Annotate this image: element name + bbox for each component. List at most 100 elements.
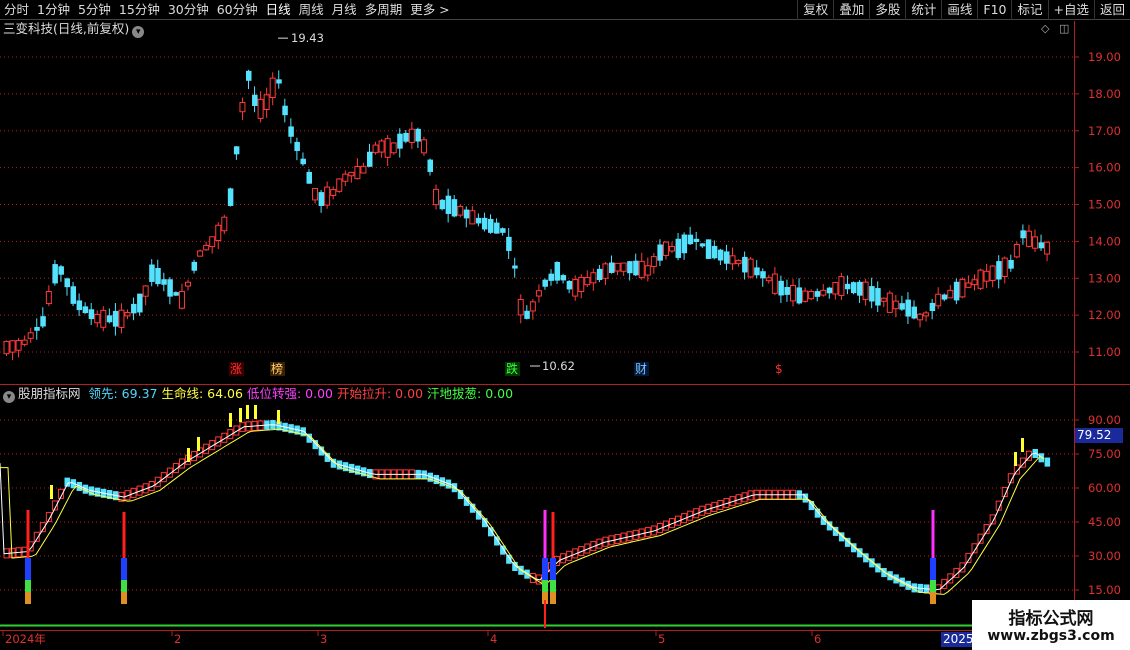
period-tab-8[interactable]: 月线 xyxy=(328,0,361,20)
period-tab-9[interactable]: 多周期 xyxy=(361,0,407,20)
high-label: 19.43 xyxy=(291,31,324,45)
candle-body-162 xyxy=(983,270,990,282)
toolbar-action-3[interactable]: 统计 xyxy=(905,0,941,20)
candle-body-148 xyxy=(899,303,905,310)
x-label-0: 2024年 xyxy=(5,632,46,646)
candle-body-112 xyxy=(681,234,688,254)
period-tab-6[interactable]: 日线 xyxy=(262,0,295,20)
signal-block-green-2 xyxy=(542,580,548,592)
ind-tick-label-0: 90.00 xyxy=(1088,413,1121,427)
period-tab-7[interactable]: 周线 xyxy=(295,0,328,20)
candle-body-99 xyxy=(602,263,609,279)
price-grid xyxy=(0,56,1079,353)
candle-body-119 xyxy=(723,251,730,264)
candle-body-98 xyxy=(596,268,603,281)
yellow-signal-3 xyxy=(229,413,232,427)
yellow-signal-5 xyxy=(246,405,249,419)
candle-body-78 xyxy=(475,217,482,224)
candle-body-35 xyxy=(215,224,222,241)
signal-block-orange-1 xyxy=(121,592,127,604)
signal-block-blue-0 xyxy=(25,558,31,580)
candle-body-124 xyxy=(754,267,760,276)
signal-block-green-0 xyxy=(25,580,31,592)
candle-body-140 xyxy=(851,282,857,294)
period-tab-10[interactable]: 更多 > xyxy=(406,0,453,20)
toolbar-action-5[interactable]: F10 xyxy=(977,0,1011,20)
candle-body-125 xyxy=(760,271,766,279)
candle-body-138 xyxy=(838,276,845,296)
candle-body-25 xyxy=(155,267,161,285)
marker-2: 跌 xyxy=(506,361,518,376)
chevron-down-icon[interactable]: ▾ xyxy=(3,391,15,403)
period-tab-5[interactable]: 60分钟 xyxy=(213,0,262,20)
indicator-values: 领先: 69.37 生命线: 64.06 低位转强: 0.00 开始拉升: 0.00 汗… xyxy=(89,386,518,401)
candle-body-12 xyxy=(76,300,83,311)
indicator-bars xyxy=(3,420,1051,595)
price-tick-label-3: 16.00 xyxy=(1088,161,1121,175)
period-tab-2[interactable]: 5分钟 xyxy=(74,0,115,20)
candle-body-161 xyxy=(977,269,984,289)
yellow-signal-0 xyxy=(50,485,53,499)
x-label-1: 2 xyxy=(174,632,181,646)
toolbar-action-4[interactable]: 画线 xyxy=(941,0,977,20)
signal-bars xyxy=(25,405,1024,628)
candle-body-92 xyxy=(560,275,567,281)
candle-body-96 xyxy=(584,277,591,286)
candle-body-164 xyxy=(996,261,1002,280)
price-tick-label-2: 17.00 xyxy=(1088,124,1121,138)
x-label-3: 4 xyxy=(490,632,497,646)
candle-body-71 xyxy=(433,188,440,206)
candle-body-111 xyxy=(675,238,682,258)
candle-body-157 xyxy=(953,281,960,301)
price-tick-label-1: 18.00 xyxy=(1088,87,1121,101)
maximize-icon[interactable]: ◫ xyxy=(1059,22,1069,35)
indicator-title[interactable]: ▾ 股朋指标网 领先: 69.37 生命线: 64.06 低位转强: 0.00 开始拉升… xyxy=(3,386,521,403)
candle-body-50 xyxy=(306,171,312,184)
candle-body-41 xyxy=(252,94,258,106)
period-tab-3[interactable]: 15分钟 xyxy=(115,0,164,20)
candle-body-44 xyxy=(269,77,276,99)
candle-body-93 xyxy=(566,280,573,290)
period-tab-4[interactable]: 30分钟 xyxy=(164,0,213,20)
candle-body-75 xyxy=(457,205,464,216)
candle-body-6 xyxy=(40,316,46,327)
toolbar-action-2[interactable]: 多股 xyxy=(869,0,905,20)
marker-3: 财 xyxy=(635,362,647,376)
candle-body-170 xyxy=(1032,236,1038,249)
candle-body-84 xyxy=(512,265,518,269)
candle-body-43 xyxy=(263,94,270,110)
stock-title[interactable]: 三变科技(日线,前复权) ▾ xyxy=(3,21,145,38)
indicator-series-3: 开始拉升: 0.00 xyxy=(337,386,424,401)
kline-chart[interactable]: 19.00 18.00 17.00 16.00 15.00 14.00 13.00 12.00… xyxy=(0,0,1130,650)
candle-body-59 xyxy=(360,165,367,174)
ind-tick-label-2: 60.00 xyxy=(1088,481,1121,495)
candle-body-142 xyxy=(862,281,869,301)
toolbar-action-6[interactable]: 标记 xyxy=(1011,0,1047,20)
candle-body-62 xyxy=(378,140,385,153)
candle-body-46 xyxy=(282,105,288,116)
signal-tail xyxy=(544,600,546,628)
candle-body-49 xyxy=(300,158,306,165)
candle-body-106 xyxy=(644,265,651,276)
candle-body-2 xyxy=(15,339,22,351)
candle-body-108 xyxy=(657,244,663,261)
diamond-icon[interactable]: ◇ xyxy=(1041,22,1049,35)
toolbar-action-7[interactable]: +自选 xyxy=(1047,0,1094,20)
period-tab-0[interactable]: 分时 xyxy=(0,0,33,20)
frame xyxy=(0,21,1130,632)
candle-body-37 xyxy=(227,188,234,206)
candle-body-74 xyxy=(451,199,458,217)
price-axis-labels: 19.00 18.00 17.00 16.00 15.00 14.00 13.00 12.00… xyxy=(1088,50,1121,359)
candle-body-67 xyxy=(408,128,415,143)
price-tick-label-5: 14.00 xyxy=(1088,234,1121,248)
toolbar-action-0[interactable]: 复权 xyxy=(797,0,833,20)
toolbar-action-8[interactable]: 返回 xyxy=(1093,0,1130,20)
candle-body-143 xyxy=(869,286,875,302)
toolbar-action-1[interactable]: 叠加 xyxy=(833,0,869,20)
signal-block-blue-3 xyxy=(550,558,556,580)
candle-body-4 xyxy=(27,332,34,339)
period-tab-1[interactable]: 1分钟 xyxy=(33,0,74,20)
candle-body-135 xyxy=(820,289,827,296)
candle-body-109 xyxy=(662,241,669,256)
chevron-down-icon[interactable]: ▾ xyxy=(132,26,145,38)
